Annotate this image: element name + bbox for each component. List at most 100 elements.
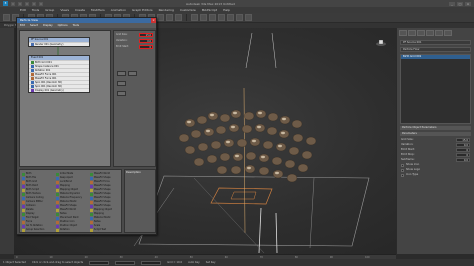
param-spinner[interactable]: 0 (456, 153, 470, 157)
menu-help[interactable]: Help (223, 8, 230, 12)
app-logo[interactable]: 3 (3, 1, 8, 6)
set-key-button[interactable]: Set Key (206, 261, 216, 264)
pv-button[interactable] (117, 91, 126, 96)
undo-tool-icon[interactable] (3, 14, 10, 21)
operator-icon (56, 208, 59, 212)
param-label: Subframe: (401, 158, 415, 161)
pv-param-spinner[interactable]: 0 (139, 45, 153, 49)
operator-icon (56, 172, 59, 176)
operator-icon (90, 200, 93, 204)
x-coordinate-field[interactable] (89, 260, 110, 265)
redo-icon[interactable] (39, 1, 43, 6)
menu-customize[interactable]: Customize (180, 8, 196, 12)
menu-animation[interactable]: Animation (111, 8, 126, 12)
hierarchy-tab-icon[interactable] (417, 30, 425, 36)
depot-operator[interactable]: Script Test (89, 228, 122, 232)
menu-edit[interactable]: Edit (20, 8, 26, 12)
curve-editor-icon[interactable] (200, 14, 207, 21)
particle (210, 140, 222, 150)
z-coordinate-field[interactable] (141, 260, 162, 265)
toolbar-divider (186, 14, 187, 21)
checkbox-label: Show Logo (406, 168, 421, 171)
menu-tools[interactable]: Tools (32, 8, 39, 12)
menu-create[interactable]: Create (75, 8, 85, 12)
event-node[interactable]: Event 001 Birth Grid 001 Shape Instance … (28, 55, 90, 93)
pv-param-label: Variation: (116, 39, 128, 42)
pv-menu-edit[interactable]: Edit (20, 24, 25, 27)
param-spinner[interactable]: 0.0 (456, 143, 470, 147)
menu-modifiers[interactable]: Modifiers (91, 8, 105, 12)
schematic-view-icon[interactable] (209, 14, 216, 21)
y-coordinate-field[interactable] (115, 260, 136, 265)
pv-param-spinner[interactable]: 15.0 (139, 33, 153, 37)
checkbox[interactable] (401, 173, 404, 177)
modifier-stack[interactable]: Birth Grid 001 (400, 54, 471, 124)
checkbox[interactable] (401, 168, 404, 172)
particle-graph-area[interactable]: PF Source 001 Render 001 (Geometry) Even… (19, 30, 111, 167)
motion-tab-icon[interactable] (426, 30, 434, 36)
menu-group[interactable]: Group (45, 8, 54, 12)
operator-icon (90, 204, 93, 208)
operator-icon (90, 180, 93, 184)
checkbox-row[interactable]: Show Icon (401, 163, 470, 167)
render-icon[interactable] (245, 14, 252, 21)
checkbox-row[interactable]: Show Logo (401, 168, 470, 172)
undo-icon[interactable] (32, 1, 36, 6)
object-name-field[interactable]: PF Source 001 (400, 40, 471, 45)
layer-manager-icon[interactable] (191, 14, 198, 21)
param-spinner[interactable]: 15.0 (456, 138, 470, 142)
rollout-parameters[interactable]: Particle Object Parameters (400, 126, 471, 130)
depot-column: MassFX World MassFX Shape MassFX Force Mass… (89, 172, 122, 232)
prompt-line: Click or click-and-drag to select object… (32, 261, 84, 264)
rotation-icon (31, 69, 34, 72)
pv-menu-display[interactable]: Display (43, 24, 53, 27)
depot-operator[interactable]: Group Selection (21, 228, 54, 232)
pv-menu-tools[interactable]: Tools (73, 24, 79, 27)
create-tab-icon[interactable] (399, 30, 407, 36)
particle (271, 156, 283, 166)
pv-param-spinner[interactable]: 0.0 (139, 39, 153, 43)
display-tab-icon[interactable] (435, 30, 443, 36)
operator-icon (56, 204, 59, 208)
percent-snap-icon[interactable] (157, 14, 164, 21)
mirror-icon[interactable] (166, 14, 173, 21)
menu-views[interactable]: Views (60, 8, 69, 12)
minimize-button[interactable]: _ (449, 1, 455, 6)
pv-button[interactable] (117, 71, 126, 76)
modify-tab-icon[interactable] (408, 30, 416, 36)
checkbox-row[interactable]: Icon Type (401, 173, 470, 177)
close-button[interactable]: × (151, 18, 156, 23)
param-row: Subframe: 0.0 (401, 158, 470, 162)
pv-button[interactable] (128, 71, 137, 76)
depot-operator[interactable]: Rotation (55, 228, 88, 232)
modifier-stack-item[interactable]: Birth Grid 001 (401, 55, 470, 59)
close-button[interactable]: × (465, 1, 471, 6)
menu-maxscript[interactable]: MAXScript (202, 8, 217, 12)
material-editor-icon[interactable] (218, 14, 225, 21)
menu-rendering[interactable]: Rendering (159, 8, 174, 12)
render-setup-icon[interactable] (227, 14, 234, 21)
object-type-dropdown[interactable]: Particle Flow (400, 47, 471, 52)
param-spinner[interactable]: 0.0 (456, 158, 470, 162)
align-icon[interactable] (175, 14, 182, 21)
checkbox[interactable] (401, 163, 404, 167)
rollout-particle-object[interactable]: Parameters (400, 132, 471, 136)
new-scene-icon[interactable] (11, 1, 15, 6)
particle-view-dialog[interactable]: Particle View × Edit Select Display Opti… (16, 17, 157, 235)
auto-key-button[interactable]: Auto Key (188, 261, 200, 264)
description-panel: Description (124, 169, 156, 233)
pv-menu-options[interactable]: Options (58, 24, 68, 27)
menu-graph-editors[interactable]: Graph Editors (132, 8, 153, 12)
utilities-tab-icon[interactable] (444, 30, 452, 36)
pv-menu-select[interactable]: Select (30, 24, 38, 27)
render-frame-icon[interactable] (236, 14, 243, 21)
open-file-icon[interactable] (18, 1, 22, 6)
event-operator[interactable]: Display 001 (Geometry) (29, 88, 89, 92)
pv-button[interactable] (117, 81, 126, 86)
viewcube-icon[interactable] (376, 40, 386, 46)
operator-label: Display 001 (Geometry) (35, 88, 64, 92)
param-spinner[interactable]: 0 (456, 148, 470, 152)
operator-icon (22, 176, 25, 180)
maximize-button[interactable]: □ (457, 1, 463, 6)
save-file-icon[interactable] (25, 1, 29, 6)
